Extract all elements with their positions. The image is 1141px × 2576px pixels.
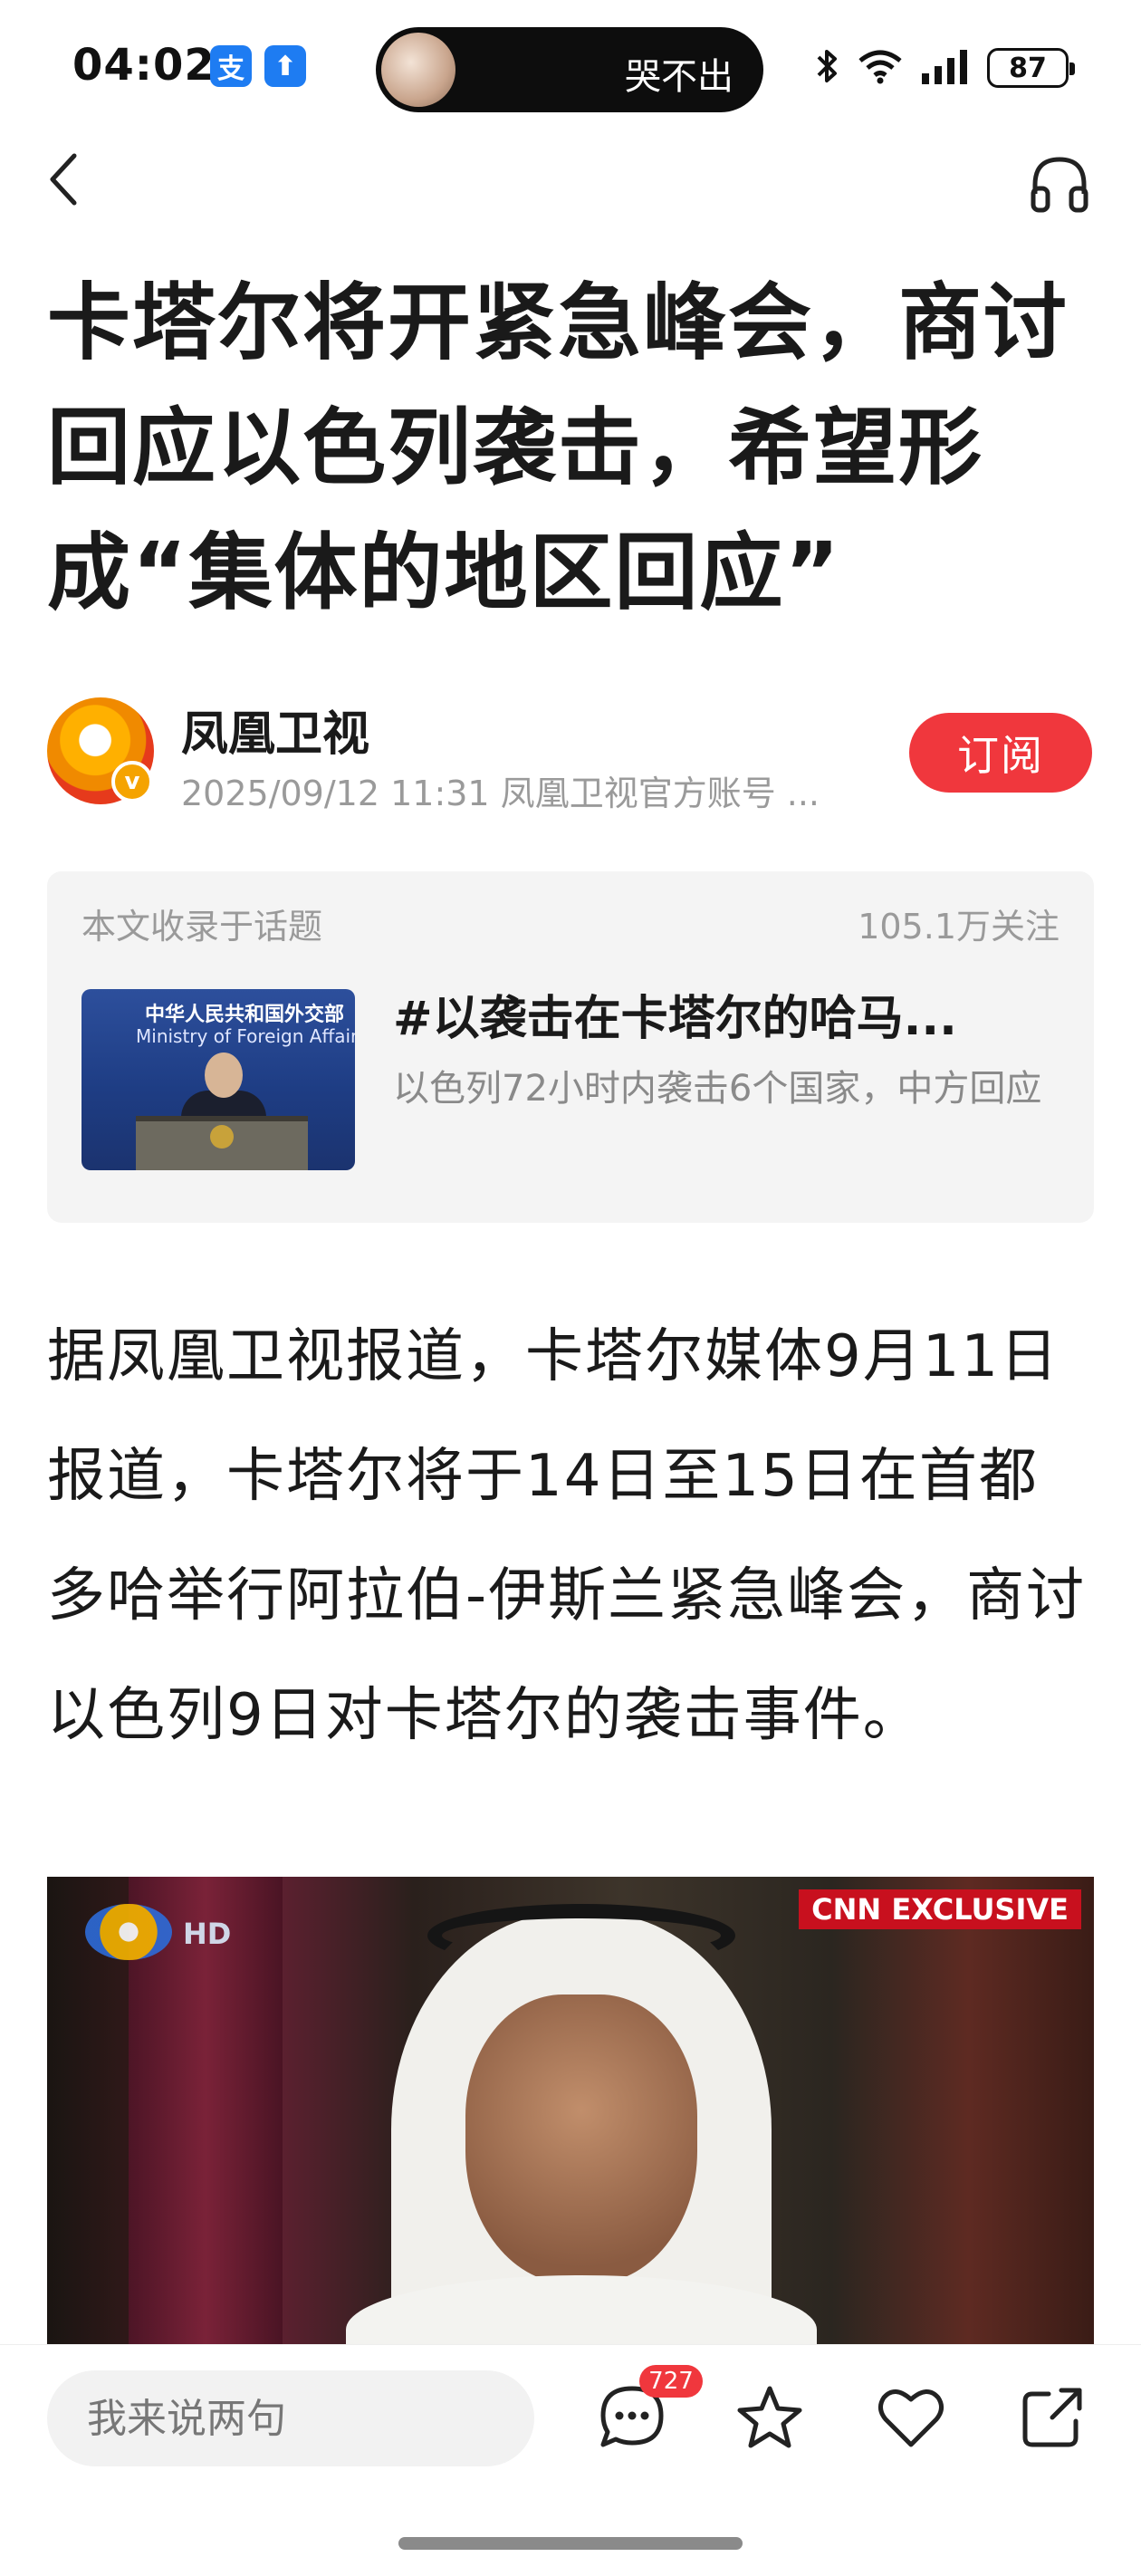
like-button[interactable] xyxy=(869,2378,953,2461)
status-indicators: 87 xyxy=(815,45,1075,91)
listen-button[interactable] xyxy=(1023,149,1096,222)
media-island[interactable]: 哭不出 xyxy=(376,27,763,112)
verified-badge: v xyxy=(111,761,153,803)
favorite-button[interactable] xyxy=(728,2378,811,2461)
thumbnail-caption-cn: 中华人民共和国外交部 xyxy=(145,1004,345,1026)
article-title: 卡塔尔将开紧急峰会，商讨回应以色列袭击，希望形成“集体的地区回应” xyxy=(47,274,1069,621)
media-title: 哭不出 xyxy=(625,56,734,98)
bluetooth-icon xyxy=(815,46,840,90)
subscribe-button[interactable]: 订阅 xyxy=(909,713,1092,793)
star-icon xyxy=(734,2381,806,2457)
status-time: 04:02 xyxy=(72,40,216,91)
heart-icon xyxy=(875,2381,947,2457)
headphones-icon xyxy=(1028,154,1091,217)
phoenix-tv-logo xyxy=(85,1904,172,1960)
article-image[interactable]: HD CNN EXCLUSIVE xyxy=(47,1877,1094,2348)
thumbnail-speaker-head xyxy=(205,1053,243,1098)
topic-thumbnail: 中华人民共和国外交部 Ministry of Foreign Affairs xyxy=(82,989,355,1170)
wifi-icon xyxy=(857,48,904,88)
topic-label: 本文收录于话题 xyxy=(82,907,323,947)
comment-count-badge: 727 xyxy=(639,2365,703,2398)
alipay-icon: 支 xyxy=(210,45,252,87)
image-hd-label: HD xyxy=(183,1917,232,1951)
home-indicator[interactable] xyxy=(398,2537,743,2550)
topic-card[interactable]: 本文收录于话题 105.1万关注 中华人民共和国外交部 Ministry of … xyxy=(47,871,1094,1223)
topic-followers: 105.1万关注 xyxy=(858,907,1060,947)
image-agal xyxy=(427,1904,735,1967)
back-button[interactable] xyxy=(36,149,91,213)
image-exclusive-badge: CNN EXCLUSIVE xyxy=(799,1889,1081,1929)
thumbnail-caption-en: Ministry of Foreign Affairs xyxy=(136,1025,355,1047)
article-body: 据凤凰卫视报道，卡塔尔媒体9月11日报道，卡塔尔将于14日至15日在首都多哈举行… xyxy=(47,1323,1087,1749)
author-name[interactable]: 凤凰卫视 xyxy=(181,696,369,764)
battery-icon: 87 xyxy=(987,48,1075,88)
topic-title: #以袭击在卡塔尔的哈马... xyxy=(393,992,957,1046)
image-face xyxy=(465,1994,697,2284)
share-button[interactable] xyxy=(1011,2378,1094,2461)
topic-description: 以色列72小时内袭击6个国家，中方回应 xyxy=(393,1068,1042,1110)
signal-icon xyxy=(920,48,971,88)
back-arrow-icon xyxy=(45,150,82,212)
share-icon xyxy=(1016,2381,1088,2457)
thumbnail-emblem xyxy=(210,1125,234,1149)
status-bar: 04:02 支 ⬆ 哭不出 87 xyxy=(0,0,1141,136)
bottom-action-bar: 727 xyxy=(0,2344,1141,2576)
comment-input[interactable] xyxy=(47,2370,534,2466)
upload-icon: ⬆ xyxy=(264,45,306,87)
author-meta: 2025/09/12 11:31 凤凰卫视官方账号 ... xyxy=(181,774,820,813)
media-thumbnail xyxy=(381,33,455,107)
